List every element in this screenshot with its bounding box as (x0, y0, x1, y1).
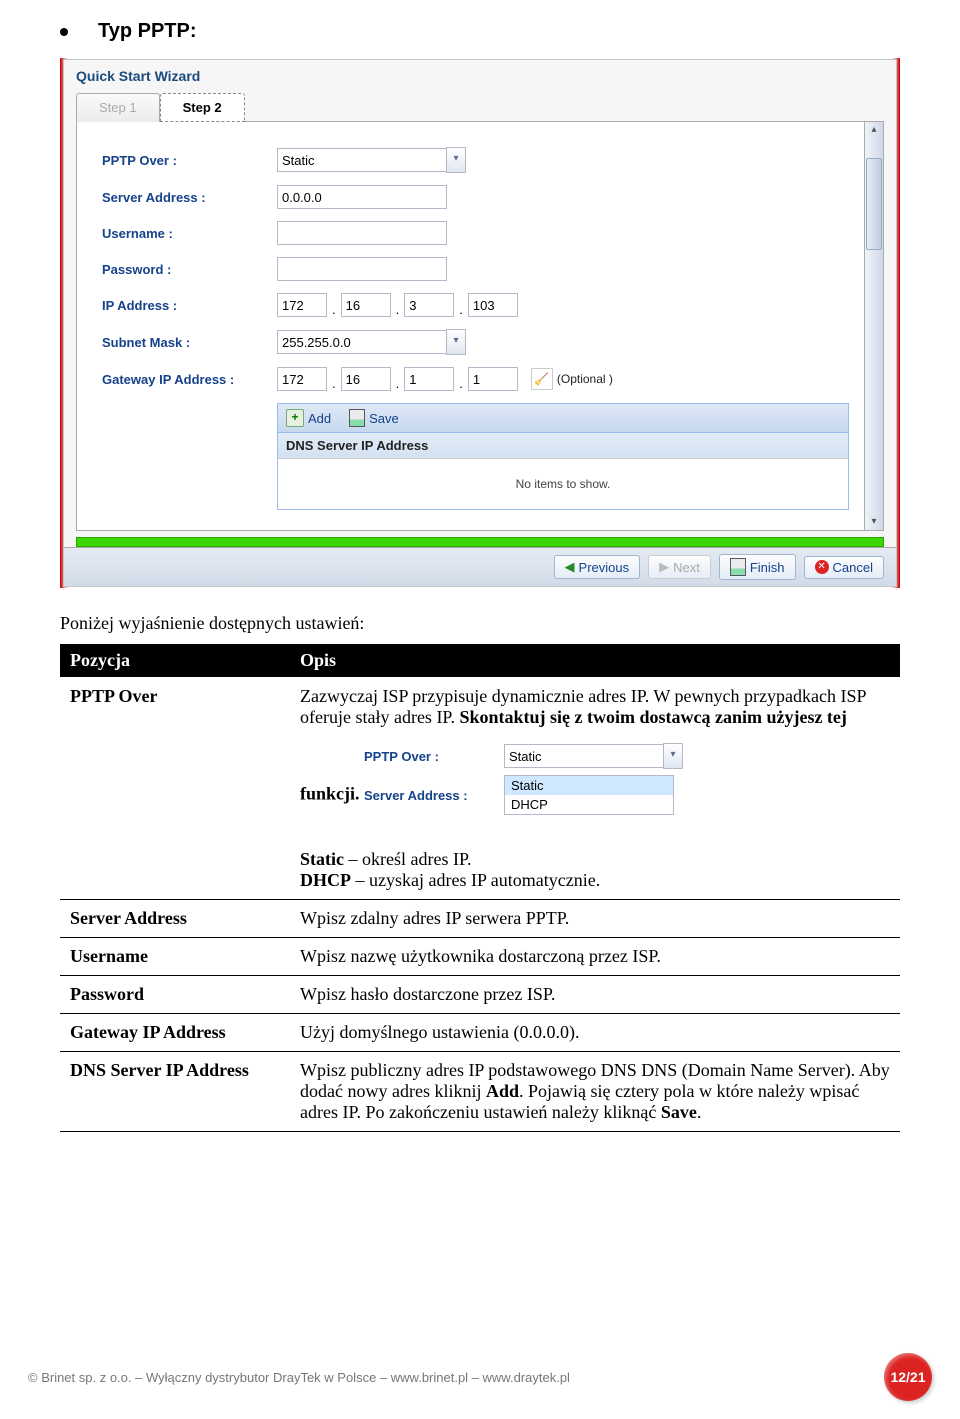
pptp-over-label: PPTP Over : (102, 153, 277, 168)
finish-icon (730, 558, 746, 576)
scrollbar[interactable]: ▴ ▾ (865, 121, 884, 531)
cancel-button[interactable]: ✕ Cancel (804, 556, 884, 579)
pptp-over-dropdown-icon[interactable]: ▾ (446, 147, 466, 173)
page-number-badge: 12/21 (884, 1353, 932, 1401)
mini-dropdown-screenshot: PPTP Over : ▾ Server Address : Static DH… (364, 738, 683, 833)
ip-octet-3[interactable] (404, 293, 454, 317)
gw-octet-4[interactable] (468, 367, 518, 391)
ip-address-label: IP Address : (102, 298, 277, 313)
row-dns-key: DNS Server IP Address (60, 1052, 290, 1132)
scrollbar-thumb[interactable] (866, 158, 882, 250)
footer-text: © Brinet sp. z o.o. – Wyłączny dystrybut… (28, 1370, 570, 1385)
ip-octet-2[interactable] (341, 293, 391, 317)
section-heading: Typ PPTP: (60, 20, 900, 43)
wizard-panel: Quick Start Wizard Step 1 Step 2 PPTP Ov… (60, 58, 900, 588)
row-pptp-over-key: PPTP Over (60, 678, 290, 842)
gateway-ip-label: Gateway IP Address : (102, 372, 277, 387)
row-server-address-desc: Wpisz zdalny adres IP serwera PPTP. (290, 900, 900, 938)
subnet-mask-dropdown-icon[interactable]: ▾ (446, 329, 466, 355)
optional-text: (Optional ) (557, 372, 613, 386)
dns-empty-text: No items to show. (278, 458, 848, 509)
row-username-key: Username (60, 938, 290, 976)
dns-header: DNS Server IP Address (278, 433, 848, 458)
pptp-over-select[interactable] (277, 148, 446, 172)
save-button[interactable]: Save (349, 409, 399, 427)
mini-option-dhcp[interactable]: DHCP (505, 795, 673, 814)
mini-pptp-over-select[interactable] (504, 744, 663, 768)
subnet-mask-label: Subnet Mask : (102, 335, 277, 350)
next-button: ▶ Next (648, 555, 711, 579)
mini-server-address-label: Server Address : (364, 788, 504, 803)
mini-option-static[interactable]: Static (505, 776, 673, 795)
scroll-down-icon[interactable]: ▾ (865, 514, 883, 530)
tab-step2[interactable]: Step 2 (160, 93, 245, 122)
dns-server-panel: + Add Save DNS Server IP Address No item… (277, 403, 849, 510)
table-head-opis: Opis (290, 644, 900, 678)
page-footer: © Brinet sp. z o.o. – Wyłączny dystrybut… (0, 1353, 960, 1401)
previous-label: Previous (579, 560, 630, 575)
row-password-key: Password (60, 976, 290, 1014)
row-server-address-key: Server Address (60, 900, 290, 938)
gw-octet-2[interactable] (341, 367, 391, 391)
dhcp-bold: DHCP (300, 870, 351, 890)
server-address-input[interactable] (277, 185, 447, 209)
table-head-pozycja: Pozycja (60, 644, 290, 678)
server-address-label: Server Address : (102, 190, 277, 205)
row-gateway-desc: Użyj domyślnego ustawienia (0.0.0.0). (290, 1014, 900, 1052)
username-label: Username : (102, 226, 277, 241)
mini-option-list[interactable]: Static DHCP (504, 775, 674, 815)
password-label: Password : (102, 262, 277, 277)
row-dns-desc: Wpisz publiczny adres IP podstawowego DN… (290, 1052, 900, 1132)
ip-octet-4[interactable] (468, 293, 518, 317)
wizard-footer: ◀ Previous ▶ Next Finish ✕ Cancel (64, 547, 896, 586)
tab-step1[interactable]: Step 1 (76, 93, 160, 122)
clear-icon[interactable]: 🧹 (531, 368, 553, 390)
bullet-dot (60, 28, 68, 36)
next-label: Next (673, 560, 700, 575)
add-icon: + (286, 409, 304, 427)
row-pptp-over-desc: Zazwyczaj ISP przypisuje dynamicznie adr… (290, 678, 900, 842)
username-input[interactable] (277, 221, 447, 245)
prev-arrow-icon: ◀ (565, 559, 575, 575)
row-username-desc: Wpisz nazwę użytkownika dostarczoną prze… (290, 938, 900, 976)
cancel-label: Cancel (833, 560, 873, 575)
gw-octet-3[interactable] (404, 367, 454, 391)
cancel-icon: ✕ (815, 560, 829, 574)
finish-label: Finish (750, 560, 785, 575)
heading-text: Typ PPTP: (98, 20, 197, 43)
finish-button[interactable]: Finish (719, 554, 796, 580)
ip-octet-1[interactable] (277, 293, 327, 317)
save-label: Save (369, 411, 399, 426)
mini-pptp-over-label: PPTP Over : (364, 749, 504, 764)
subnet-mask-select[interactable] (277, 330, 446, 354)
scroll-up-icon[interactable]: ▴ (865, 122, 883, 138)
add-button[interactable]: + Add (286, 409, 331, 427)
row-password-desc: Wpisz hasło dostarczone przez ISP. (290, 976, 900, 1014)
wizard-tabs: Step 1 Step 2 (64, 92, 896, 121)
next-arrow-icon: ▶ (659, 559, 669, 575)
previous-button[interactable]: ◀ Previous (554, 555, 641, 579)
password-input[interactable] (277, 257, 447, 281)
mini-dropdown-icon[interactable]: ▾ (663, 743, 683, 769)
wizard-form: PPTP Over : ▾ Server Address : Usernam (76, 121, 865, 531)
row-gateway-key: Gateway IP Address (60, 1014, 290, 1052)
wizard-title: Quick Start Wizard (64, 60, 896, 92)
save-icon (349, 409, 365, 427)
add-label: Add (308, 411, 331, 426)
gw-octet-1[interactable] (277, 367, 327, 391)
config-table: Pozycja Opis PPTP Over Zazwyczaj ISP prz… (60, 644, 900, 1132)
progress-bar (76, 537, 884, 547)
row-pptp-over-extra: Static – określ adres IP. DHCP – uzyskaj… (290, 841, 900, 900)
static-bold: Static (300, 849, 344, 869)
intro-paragraph: Poniżej wyjaśnienie dostępnych ustawień: (60, 613, 900, 634)
